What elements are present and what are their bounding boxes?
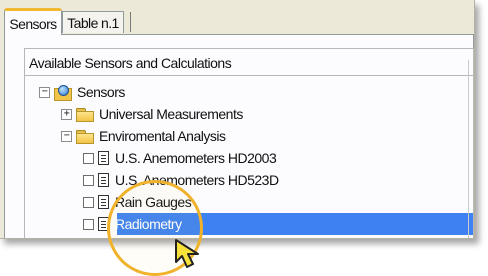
mouse-pointer-icon [175, 239, 199, 268]
tree-item-label: U.S. Anemometers HD2003 [115, 150, 277, 166]
document-icon [98, 151, 109, 165]
item-checkbox[interactable] [83, 174, 94, 186]
document-icon [98, 173, 109, 187]
tab-sensors[interactable]: Sensors [4, 8, 62, 35]
expand-icon[interactable]: + [61, 108, 72, 120]
groupbox-title: Available Sensors and Calculations [29, 55, 232, 71]
scrollbar-edge [468, 60, 469, 238]
groupbox-divider [25, 75, 473, 76]
folder-icon [76, 129, 94, 144]
sensor-window: Sensors Table n.1 Available Sensors and … [0, 0, 475, 239]
tab-separator [130, 12, 131, 32]
collapse-icon[interactable]: − [39, 86, 50, 98]
folder-icon [76, 107, 94, 122]
tree-item-label: Enviromental Analysis [99, 128, 226, 144]
tree-item-enviromental-analysis[interactable]: − Enviromental Analysis [61, 125, 227, 147]
item-checkbox[interactable] [83, 196, 94, 208]
tree-item-label: Universal Measurements [99, 106, 243, 122]
tab-table-n1[interactable]: Table n.1 [62, 11, 124, 33]
tree-item-universal-measurements[interactable]: + Universal Measurements [61, 103, 245, 125]
tree-item-label: Sensors [77, 84, 125, 100]
sensors-folder-icon [54, 84, 72, 101]
sensors-groupbox: Available Sensors and Calculations − Sen… [24, 48, 474, 238]
tab-strip: Sensors Table n.1 [0, 0, 474, 35]
tree-item-us-anemometers-hd2003[interactable]: U.S. Anemometers HD2003 [83, 147, 278, 169]
collapse-icon[interactable]: − [61, 130, 72, 142]
item-checkbox[interactable] [83, 218, 94, 230]
item-checkbox[interactable] [83, 152, 94, 164]
tree-item-sensors[interactable]: − Sensors [39, 81, 127, 103]
document-icon [98, 195, 109, 209]
